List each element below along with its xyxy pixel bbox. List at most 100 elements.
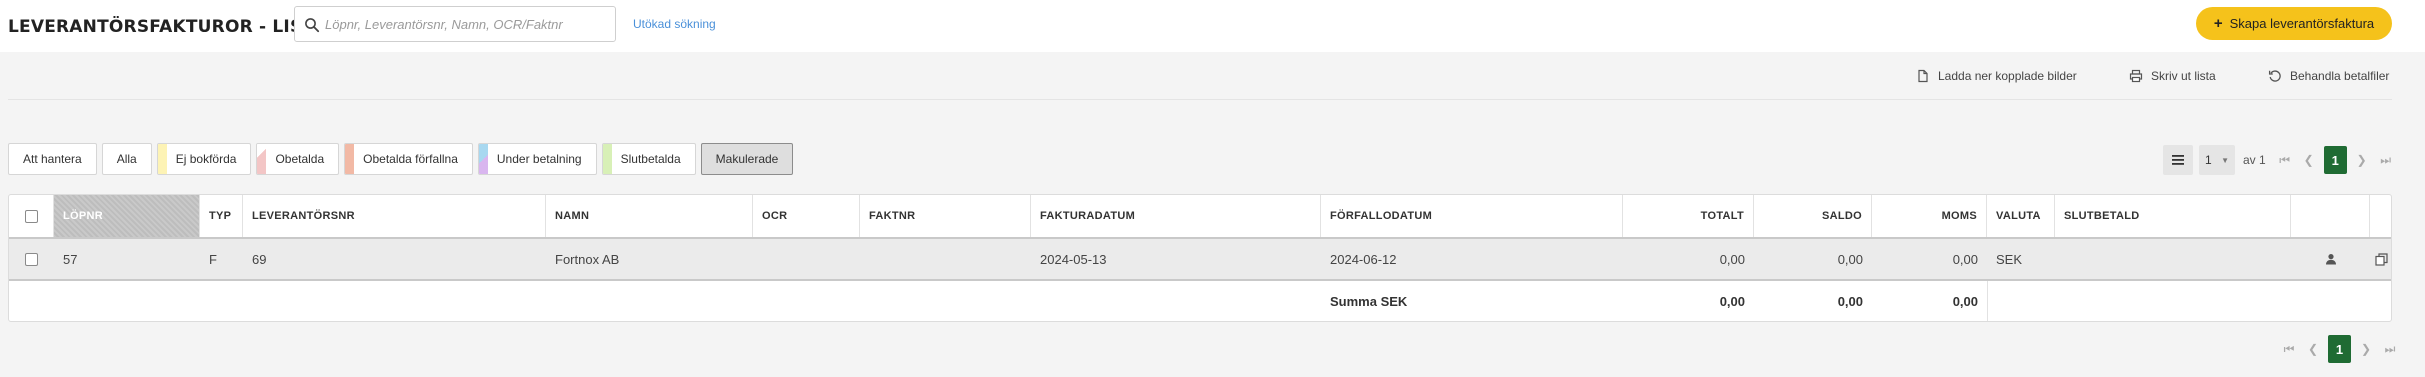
- refresh-icon: [2268, 70, 2281, 82]
- next-page-icon[interactable]: ❯: [2353, 147, 2371, 173]
- first-page-icon[interactable]: ⏮: [2276, 147, 2294, 173]
- file-icon: [1918, 69, 1928, 83]
- prev-page-icon[interactable]: ❮: [2304, 336, 2322, 362]
- column-lopnr[interactable]: LÖPNR: [54, 195, 200, 237]
- cell-forfallodatum: 2024-06-12: [1330, 251, 1397, 267]
- column-namn[interactable]: NAMN: [546, 195, 753, 237]
- summary-totalt: 0,00: [1719, 293, 1745, 309]
- filter-under-betalning[interactable]: Under betalning: [477, 143, 597, 175]
- current-page-button[interactable]: 1: [2323, 146, 2347, 174]
- prev-page-icon[interactable]: ❮: [2300, 147, 2318, 173]
- current-page-button[interactable]: 1: [2328, 335, 2351, 363]
- advanced-search-link[interactable]: Utökad sökning: [633, 17, 716, 31]
- download-images-label: Ladda ner kopplade bilder: [1938, 69, 2077, 83]
- next-page-icon[interactable]: ❯: [2357, 336, 2375, 362]
- status-color-swatch: [257, 144, 267, 174]
- user-cell: [2291, 239, 2370, 279]
- filter-label: Obetalda förfallna: [363, 152, 458, 166]
- filter-makulerade[interactable]: Makulerade: [700, 143, 794, 175]
- plus-icon: +: [2213, 15, 2223, 32]
- search-box[interactable]: [294, 6, 616, 42]
- column-faktnr[interactable]: FAKTNR: [860, 195, 1031, 237]
- print-list-button[interactable]: Skriv ut lista: [2129, 66, 2216, 86]
- filter-label: Att hantera: [23, 152, 82, 166]
- invoice-table: LÖPNR TYP LEVERANTÖRSNR NAMN OCR FAKTNR …: [8, 194, 2392, 322]
- column-totalt[interactable]: TOTALT: [1623, 195, 1754, 237]
- column-valuta[interactable]: VALUTA: [1987, 195, 2055, 237]
- filter-alla[interactable]: Alla: [101, 143, 152, 175]
- list-icon: [2172, 155, 2184, 165]
- cell-saldo: 0,00: [1837, 251, 1863, 267]
- filter-label: Makulerade: [715, 152, 779, 166]
- select-all-cell: [9, 195, 54, 237]
- print-list-label: Skriv ut lista: [2151, 69, 2216, 83]
- column-forfallodatum[interactable]: FÖRFALLODATUM: [1321, 195, 1623, 237]
- filter-obetalda-forfallna[interactable]: Obetalda förfallna: [344, 143, 473, 175]
- copy-icon[interactable]: [2375, 252, 2388, 266]
- select-all-checkbox[interactable]: [24, 209, 38, 223]
- filter-obetalda[interactable]: Obetalda: [256, 143, 340, 175]
- cell-leverantorsnr: 69: [252, 251, 267, 267]
- column-actions: [2291, 195, 2370, 237]
- cell-moms: 0,00: [1952, 251, 1978, 267]
- list-view-button[interactable]: [2163, 145, 2193, 175]
- summary-saldo: 0,00: [1837, 293, 1863, 309]
- cell-namn: Fortnox AB: [555, 251, 620, 267]
- cell-lopnr: 57: [63, 251, 78, 267]
- row-checkbox[interactable]: [25, 252, 38, 266]
- last-page-icon[interactable]: ⏭: [2377, 147, 2395, 173]
- status-color-swatch: [157, 144, 167, 174]
- status-color-swatch: [478, 144, 488, 174]
- cell-valuta: SEK: [1996, 251, 2023, 267]
- last-page-icon[interactable]: ⏭: [2381, 336, 2399, 362]
- filter-ej-bokforda[interactable]: Ej bokförda: [156, 143, 252, 175]
- table-row[interactable]: 57 F 69 Fortnox AB 2024-05-13 2024-06-12…: [9, 239, 2391, 281]
- row-select-cell: [9, 239, 54, 279]
- filter-label: Ej bokförda: [175, 152, 237, 166]
- summary-divider: [1987, 281, 1988, 321]
- search-icon: [305, 18, 320, 33]
- page-count-label: av 1: [2243, 153, 2266, 167]
- process-payment-files-button[interactable]: Behandla betalfiler: [2268, 66, 2389, 86]
- download-images-button[interactable]: Ladda ner kopplade bilder: [1916, 66, 2077, 86]
- cell-fakturadatum: 2024-05-13: [1040, 251, 1107, 267]
- create-button-label: Skapa leverantörsfaktura: [2229, 16, 2375, 31]
- page-select[interactable]: 1 ▼: [2199, 145, 2235, 175]
- filter-slutbetalda[interactable]: Slutbetalda: [601, 143, 696, 175]
- column-ocr[interactable]: OCR: [753, 195, 860, 237]
- status-color-swatch: [602, 144, 612, 174]
- table-summary-row: Summa SEK 0,00 0,00 0,00: [9, 281, 2391, 321]
- column-typ[interactable]: TYP: [200, 195, 243, 237]
- column-leverantorsnr[interactable]: LEVERANTÖRSNR: [243, 195, 546, 237]
- column-slutbetald[interactable]: SLUTBETALD: [2055, 195, 2291, 237]
- copy-cell: [2370, 239, 2393, 279]
- column-moms[interactable]: MOMS: [1872, 195, 1987, 237]
- filter-label: Obetalda: [275, 152, 325, 166]
- search-input[interactable]: [325, 8, 610, 40]
- column-saldo[interactable]: SALDO: [1754, 195, 1872, 237]
- pagination-top: 1 ▼ av 1 ⏮ ❮ 1 ❯ ⏭: [2163, 144, 2395, 176]
- summary-moms: 0,00: [1952, 293, 1978, 309]
- filter-att-hantera[interactable]: Att hantera: [8, 143, 97, 175]
- page-select-value: 1: [2205, 153, 2212, 167]
- cell-ocr: [753, 239, 860, 279]
- table-header-row: LÖPNR TYP LEVERANTÖRSNR NAMN OCR FAKTNR …: [9, 195, 2391, 239]
- process-payment-files-label: Behandla betalfiler: [2290, 69, 2390, 83]
- status-filter-group: Att hantera Alla Ej bokförda Obetalda Ob…: [8, 143, 794, 175]
- pagination-bottom: ⏮ ❮ 1 ❯ ⏭: [2280, 335, 2399, 363]
- user-icon[interactable]: [2325, 253, 2337, 265]
- filter-label: Slutbetalda: [620, 152, 681, 166]
- section-divider: [8, 99, 2392, 100]
- summary-label: Summa SEK: [1330, 293, 1408, 309]
- cell-slutbetald: [2055, 239, 2291, 279]
- status-color-swatch: [345, 144, 355, 174]
- filter-label: Alla: [116, 152, 137, 166]
- cell-typ: F: [209, 251, 217, 267]
- create-supplier-invoice-button[interactable]: + Skapa leverantörsfaktura: [2196, 7, 2392, 40]
- first-page-icon[interactable]: ⏮: [2280, 336, 2298, 362]
- top-bar: LEVERANTÖRSFAKTUROR - LISTA Utökad sökni…: [0, 0, 2425, 52]
- column-fakturadatum[interactable]: FAKTURADATUM: [1031, 195, 1321, 237]
- cell-faktnr: [860, 239, 1031, 279]
- cell-totalt: 0,00: [1719, 251, 1745, 267]
- page-title: LEVERANTÖRSFAKTUROR - LISTA: [8, 17, 327, 37]
